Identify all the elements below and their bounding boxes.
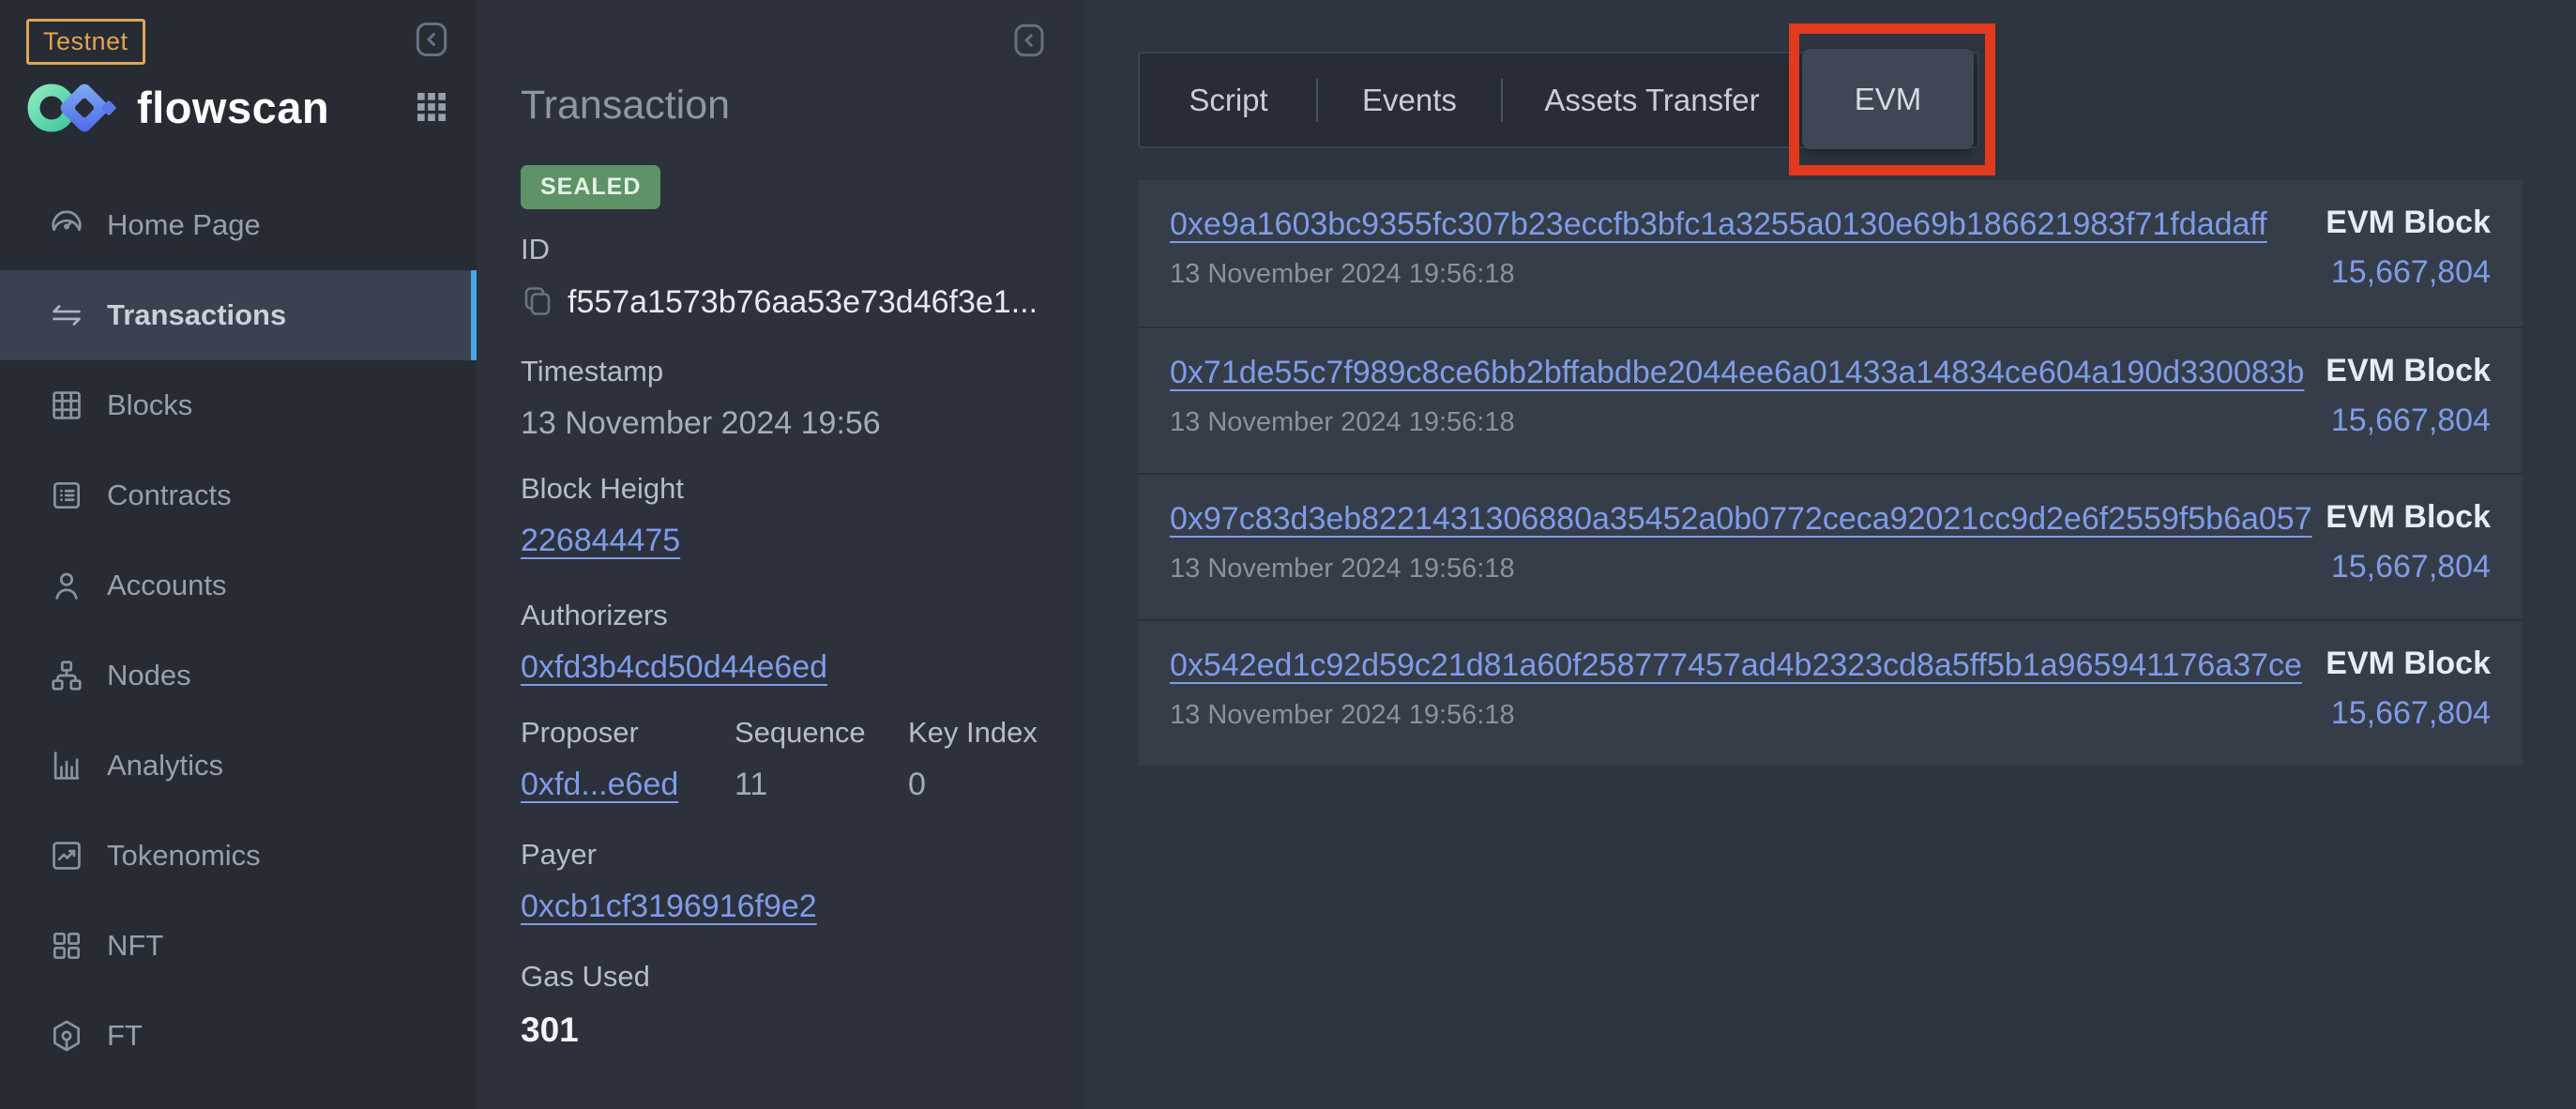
apps-grid-icon[interactable]: [413, 88, 450, 126]
authorizers-link[interactable]: 0xfd3b4cd50d44e6ed: [521, 649, 827, 685]
field-payer: Payer 0xcb1cf3196916f9e2: [521, 838, 1047, 925]
sequence-value: 11: [735, 767, 908, 803]
gauge-icon: [49, 207, 84, 243]
evm-transaction-row: 0xe9a1603bc9355fc307b23eccfb3bfc1a3255a0…: [1138, 180, 2523, 327]
network-icon: [49, 658, 84, 693]
sidebar-item-label: NFT: [107, 929, 163, 963]
field-proposer-row: Proposer 0xfd...e6ed Sequence 11 Key Ind…: [521, 716, 1047, 803]
swap-icon: [49, 297, 84, 333]
panel-title: Transaction: [521, 83, 730, 129]
row-timestamp: 13 November 2024 19:56:18: [1170, 259, 1515, 290]
tab-evm[interactable]: EVM: [1802, 49, 1974, 149]
gas-used-value: 301: [521, 1010, 1047, 1050]
brand-name: flowscan: [137, 82, 329, 133]
sidebar-item-tokenomics[interactable]: Tokenomics: [0, 811, 477, 901]
tab-script[interactable]: Script: [1140, 53, 1317, 146]
proposer-label: Proposer: [521, 716, 735, 750]
sidebar-item-blocks[interactable]: Blocks: [0, 360, 477, 450]
evm-block-label: EVM Block: [2326, 499, 2491, 536]
evm-block-label: EVM Block: [2326, 205, 2491, 241]
flowscan-logo-icon: [26, 79, 116, 135]
sidebar-item-contracts[interactable]: Contracts: [0, 450, 477, 540]
user-icon: [49, 568, 84, 603]
sidebar-nav: Home Page Transactions Blocks Contracts Acco…: [0, 180, 477, 1081]
field-id: ID f557a1573b76aa53e73d46f3e1...: [521, 233, 1047, 321]
grid-2x2-icon: [49, 928, 84, 964]
brand-row: flowscan: [26, 79, 450, 135]
app-root: Testnet: [0, 0, 2576, 1109]
block-height-label: Block Height: [521, 472, 1047, 506]
cube-icon: [49, 1018, 84, 1054]
proposer-link[interactable]: 0xfd...e6ed: [521, 767, 678, 802]
evm-transaction-row: 0x71de55c7f989c8ce6bb2bffabdbe2044ee6a01…: [1138, 327, 2523, 473]
key-index-label: Key Index: [908, 716, 1038, 750]
evm-transaction-hash-link[interactable]: 0x542ed1c92d59c21d81a60f258777457ad4b232…: [1170, 647, 2302, 684]
payer-label: Payer: [521, 838, 1047, 872]
sidebar: Testnet: [0, 0, 477, 1109]
sidebar-item-analytics[interactable]: Analytics: [0, 721, 477, 811]
trend-icon: [49, 838, 84, 874]
evm-block-label: EVM Block: [2326, 646, 2491, 682]
sidebar-item-nft[interactable]: NFT: [0, 901, 477, 991]
tab-bar: ScriptEventsAssets TransferEVM: [1138, 52, 1979, 148]
transaction-panel: Transaction SEALED ID f557a1573b76aa53e7…: [477, 0, 1084, 1109]
field-block-height: Block Height 226844475: [521, 472, 1047, 559]
row-timestamp: 13 November 2024 19:56:18: [1170, 554, 1515, 585]
field-gas-used: Gas Used 301: [521, 960, 1047, 1050]
gas-used-label: Gas Used: [521, 960, 1047, 994]
sidebar-item-transactions[interactable]: Transactions: [0, 270, 477, 360]
main-content: ScriptEventsAssets TransferEVM 0xe9a1603…: [1084, 0, 2576, 1109]
sidebar-item-label: Accounts: [107, 569, 227, 602]
field-authorizers: Authorizers 0xfd3b4cd50d44e6ed: [521, 599, 1047, 686]
evm-transaction-row: 0x97c83d3eb8221431306880a35452a0b0772cec…: [1138, 473, 2523, 619]
status-badge: SEALED: [521, 165, 660, 209]
evm-transaction-hash-link[interactable]: 0x97c83d3eb8221431306880a35452a0b0772cec…: [1170, 501, 2312, 538]
panel-collapse-icon[interactable]: [1009, 21, 1049, 60]
field-timestamp: Timestamp 13 November 2024 19:56: [521, 355, 1047, 442]
sidebar-item-accounts[interactable]: Accounts: [0, 540, 477, 630]
sidebar-item-label: Tokenomics: [107, 839, 261, 873]
sidebar-item-nodes[interactable]: Nodes: [0, 630, 477, 721]
evm-transaction-hash-link[interactable]: 0xe9a1603bc9355fc307b23eccfb3bfc1a3255a0…: [1170, 206, 2267, 243]
evm-block-number-link[interactable]: 15,667,804: [2326, 549, 2491, 585]
key-index-value: 0: [908, 767, 1038, 803]
sidebar-item-label: Home Page: [107, 208, 261, 242]
grid-table-icon: [49, 387, 84, 423]
sidebar-item-label: FT: [107, 1019, 143, 1053]
tab-events[interactable]: Events: [1317, 53, 1502, 146]
evm-block-number-link[interactable]: 15,667,804: [2326, 695, 2491, 732]
sidebar-item-label: Transactions: [107, 298, 286, 332]
payer-link[interactable]: 0xcb1cf3196916f9e2: [521, 889, 817, 924]
sidebar-item-label: Nodes: [107, 659, 191, 692]
sidebar-item-label: Analytics: [107, 749, 223, 782]
sidebar-item-label: Contracts: [107, 479, 232, 512]
sequence-label: Sequence: [735, 716, 908, 750]
transaction-id-value: f557a1573b76aa53e73d46f3e1...: [568, 284, 1038, 321]
evm-transaction-row: 0x542ed1c92d59c21d81a60f258777457ad4b232…: [1138, 619, 2523, 766]
sidebar-item-ft[interactable]: FT: [0, 991, 477, 1081]
contract-icon: [49, 478, 84, 513]
evm-transaction-hash-link[interactable]: 0x71de55c7f989c8ce6bb2bffabdbe2044ee6a01…: [1170, 355, 2304, 391]
sidebar-item-home-page[interactable]: Home Page: [0, 180, 477, 270]
timestamp-label: Timestamp: [521, 355, 1047, 388]
id-label: ID: [521, 233, 1047, 266]
evm-block-label: EVM Block: [2326, 353, 2491, 389]
evm-transactions-list: 0xe9a1603bc9355fc307b23eccfb3bfc1a3255a0…: [1138, 180, 2523, 766]
timestamp-value: 13 November 2024 19:56: [521, 405, 1047, 442]
network-badge: Testnet: [26, 19, 145, 65]
authorizers-label: Authorizers: [521, 599, 1047, 632]
tab-assets-transfer[interactable]: Assets Transfer: [1502, 53, 1802, 146]
sidebar-item-label: Blocks: [107, 388, 192, 422]
bar-chart-icon: [49, 748, 84, 783]
row-timestamp: 13 November 2024 19:56:18: [1170, 407, 1515, 438]
evm-block-number-link[interactable]: 15,667,804: [2326, 254, 2491, 291]
evm-block-number-link[interactable]: 15,667,804: [2326, 403, 2491, 439]
sidebar-collapse-icon[interactable]: [411, 19, 452, 60]
copy-icon[interactable]: [521, 283, 554, 321]
block-height-link[interactable]: 226844475: [521, 523, 680, 558]
row-timestamp: 13 November 2024 19:56:18: [1170, 700, 1515, 731]
